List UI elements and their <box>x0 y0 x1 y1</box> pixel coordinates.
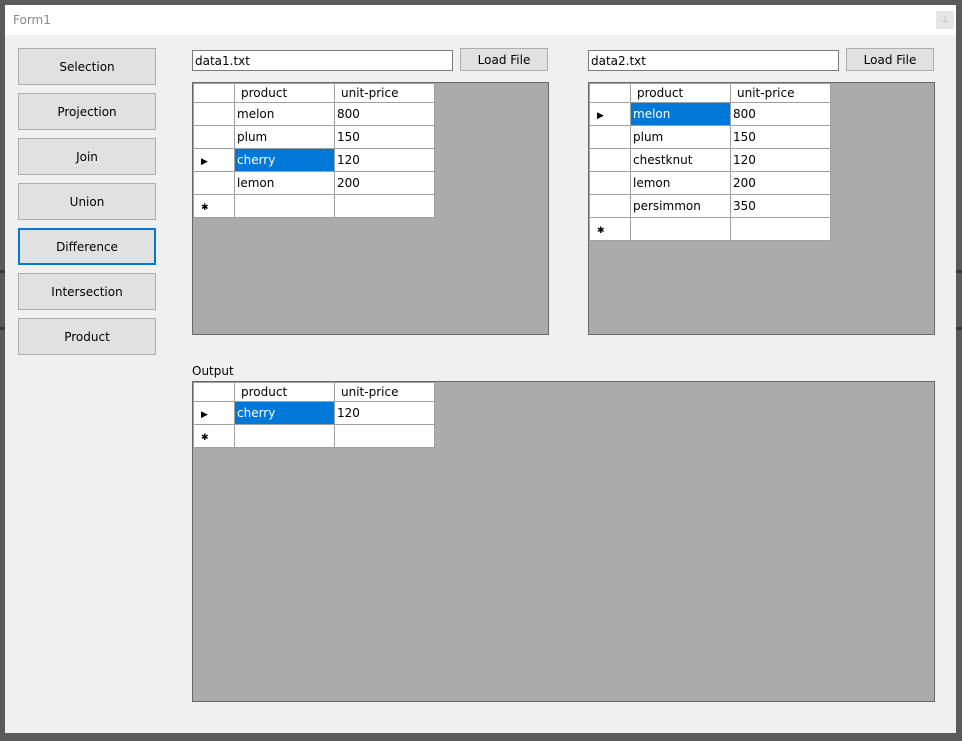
cell-unit-price-new[interactable] <box>334 194 435 218</box>
table-row[interactable]: ▶ cherry 120 <box>193 148 435 172</box>
cell-unit-price[interactable]: 350 <box>730 194 831 218</box>
header-row: product unit-price <box>589 83 831 103</box>
row-header[interactable]: ▶ <box>193 148 235 172</box>
data1-table: product unit-price melon 800 plum 150 ▶ … <box>193 83 435 218</box>
row-header[interactable] <box>193 102 235 126</box>
row-header[interactable] <box>589 148 631 172</box>
join-button[interactable]: Join <box>18 138 156 175</box>
cell-product[interactable]: persimmon <box>630 194 731 218</box>
row-header[interactable]: ✱ <box>193 194 235 218</box>
table-row[interactable]: lemon 200 <box>589 171 831 195</box>
union-button[interactable]: Union <box>18 183 156 220</box>
row-header[interactable] <box>193 125 235 149</box>
table-row[interactable]: persimmon 350 <box>589 194 831 218</box>
cell-product-new[interactable] <box>630 217 731 241</box>
table-row[interactable]: ▶ melon 800 <box>589 102 831 126</box>
table-row[interactable]: ▶ cherry 120 <box>193 401 435 425</box>
row-header[interactable] <box>589 171 631 195</box>
cell-product[interactable]: plum <box>234 125 335 149</box>
row-header-corner <box>193 382 235 402</box>
row-header-corner <box>589 83 631 103</box>
table-row[interactable]: chestknut 120 <box>589 148 831 172</box>
cell-product[interactable]: lemon <box>630 171 731 195</box>
title-bar: Form1 ⊥ <box>5 5 956 35</box>
load-file1-button[interactable]: Load File <box>460 48 548 71</box>
projection-button[interactable]: Projection <box>18 93 156 130</box>
column-header-unit-price[interactable]: unit-price <box>334 382 435 402</box>
cell-product[interactable]: melon <box>234 102 335 126</box>
file2-path-input[interactable] <box>588 50 839 71</box>
new-row-asterisk-icon: ✱ <box>201 203 209 213</box>
current-row-arrow-icon: ▶ <box>201 157 208 167</box>
cell-unit-price-new[interactable] <box>334 424 435 448</box>
cell-unit-price[interactable]: 800 <box>730 102 831 126</box>
cell-product-selected[interactable]: cherry <box>234 401 335 425</box>
data1-grid[interactable]: product unit-price melon 800 plum 150 ▶ … <box>192 82 549 335</box>
output-table: product unit-price ▶ cherry 120 ✱ <box>193 382 435 448</box>
intersection-button[interactable]: Intersection <box>18 273 156 310</box>
cell-unit-price[interactable]: 120 <box>334 401 435 425</box>
row-header[interactable]: ✱ <box>589 217 631 241</box>
cell-product-new[interactable] <box>234 194 335 218</box>
cell-unit-price[interactable]: 150 <box>334 125 435 149</box>
selection-button[interactable]: Selection <box>18 48 156 85</box>
column-header-product[interactable]: product <box>234 83 335 103</box>
product-button[interactable]: Product <box>18 318 156 355</box>
cell-unit-price[interactable]: 200 <box>730 171 831 195</box>
row-header[interactable]: ▶ <box>193 401 235 425</box>
load-file2-button[interactable]: Load File <box>846 48 934 71</box>
cell-product[interactable]: plum <box>630 125 731 149</box>
row-header[interactable]: ▶ <box>589 102 631 126</box>
cell-product[interactable]: chestknut <box>630 148 731 172</box>
cell-product-selected[interactable]: cherry <box>234 148 335 172</box>
new-row-asterisk-icon: ✱ <box>201 433 209 443</box>
row-header[interactable] <box>193 171 235 195</box>
window-title: Form1 <box>13 13 51 27</box>
cell-unit-price-new[interactable] <box>730 217 831 241</box>
cell-unit-price[interactable]: 120 <box>730 148 831 172</box>
difference-button[interactable]: Difference <box>18 228 156 265</box>
output-label: Output <box>192 364 234 378</box>
cell-unit-price[interactable]: 120 <box>334 148 435 172</box>
current-row-arrow-icon: ▶ <box>201 410 208 420</box>
new-row[interactable]: ✱ <box>589 217 831 241</box>
header-row: product unit-price <box>193 83 435 103</box>
data2-grid[interactable]: product unit-price ▶ melon 800 plum 150 … <box>588 82 935 335</box>
cell-unit-price[interactable]: 200 <box>334 171 435 195</box>
table-row[interactable]: melon 800 <box>193 102 435 126</box>
row-header[interactable] <box>589 125 631 149</box>
column-header-unit-price[interactable]: unit-price <box>730 83 831 103</box>
table-row[interactable]: lemon 200 <box>193 171 435 195</box>
minimize-button[interactable]: ⊥ <box>936 11 954 29</box>
column-header-unit-price[interactable]: unit-price <box>334 83 435 103</box>
column-header-product[interactable]: product <box>234 382 335 402</box>
output-grid[interactable]: product unit-price ▶ cherry 120 ✱ <box>192 381 935 702</box>
new-row-asterisk-icon: ✱ <box>597 226 605 236</box>
cell-unit-price[interactable]: 150 <box>730 125 831 149</box>
row-header[interactable] <box>589 194 631 218</box>
cell-product-selected[interactable]: melon <box>630 102 731 126</box>
data2-table: product unit-price ▶ melon 800 plum 150 … <box>589 83 831 241</box>
table-row[interactable]: plum 150 <box>589 125 831 149</box>
new-row[interactable]: ✱ <box>193 194 435 218</box>
row-header[interactable]: ✱ <box>193 424 235 448</box>
table-row[interactable]: plum 150 <box>193 125 435 149</box>
file1-path-input[interactable] <box>192 50 453 71</box>
header-row: product unit-price <box>193 382 435 402</box>
row-header-corner <box>193 83 235 103</box>
cell-unit-price[interactable]: 800 <box>334 102 435 126</box>
column-header-product[interactable]: product <box>630 83 731 103</box>
cell-product[interactable]: lemon <box>234 171 335 195</box>
current-row-arrow-icon: ▶ <box>597 111 604 121</box>
form-window: Form1 ⊥ Selection Projection Join Union … <box>5 5 956 733</box>
cell-product-new[interactable] <box>234 424 335 448</box>
new-row[interactable]: ✱ <box>193 424 435 448</box>
